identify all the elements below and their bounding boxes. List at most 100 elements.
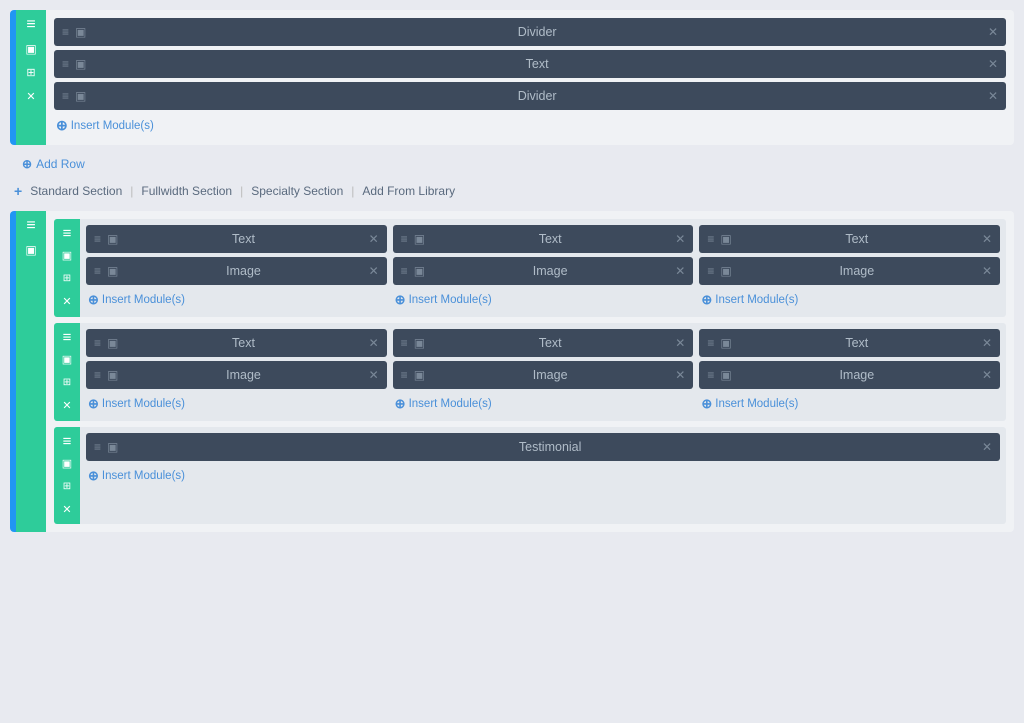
row2-close-icon[interactable] [58,397,76,415]
row2-col2-text: ≡ ▣ Text ✕ [393,329,694,357]
settings-icon[interactable]: ▣ [107,440,118,454]
hamburger-icon[interactable] [22,16,40,34]
settings-icon[interactable]: ▣ [107,368,118,382]
drag-icon[interactable]: ≡ [707,232,714,246]
monitor-icon[interactable]: ▣ [22,40,40,58]
drag-icon[interactable]: ≡ [94,368,101,382]
drag-icon[interactable]: ≡ [94,264,101,278]
row2-col3-image: ≡ ▣ Image ✕ [699,361,1000,389]
settings-icon[interactable]: ▣ [720,336,731,350]
drag-icon[interactable]: ≡ [401,232,408,246]
drag-icon[interactable]: ≡ [401,336,408,350]
module-drag-icon[interactable]: ≡ [62,89,69,103]
add-from-library-link[interactable]: Add From Library [362,184,455,198]
close-icon[interactable]: ✕ [982,336,992,350]
row3-grid-icon[interactable]: ⊞ [58,478,76,496]
monitor-icon2[interactable]: ▣ [22,241,40,259]
row1-col2-insert[interactable]: ⊕ Insert Module(s) [393,289,694,311]
settings-icon[interactable]: ▣ [720,232,731,246]
row1-col2-text-label: Text [431,232,669,246]
close-icon[interactable]: ✕ [982,232,992,246]
module-drag-icon[interactable]: ≡ [62,57,69,71]
module-close-icon[interactable]: ✕ [988,57,998,71]
row2-col1-insert[interactable]: ⊕ Insert Module(s) [86,393,387,415]
settings-icon[interactable]: ▣ [720,368,731,382]
row2-col1-text: ≡ ▣ Text ✕ [86,329,387,357]
settings-icon[interactable]: ▣ [107,336,118,350]
row1-col3-text-label: Text [738,232,976,246]
hamburger-icon2[interactable] [22,217,40,235]
close-icon[interactable]: ✕ [369,232,379,246]
insert-plus-icon: ⊕ [395,396,406,412]
settings-icon[interactable]: ▣ [414,368,425,382]
row1-col3-insert[interactable]: ⊕ Insert Module(s) [699,289,1000,311]
row3-ham-icon[interactable]: ≡ [58,432,76,450]
drag-icon[interactable]: ≡ [94,232,101,246]
fullwidth-section-link[interactable]: Fullwidth Section [141,184,232,198]
row2-teal-sidebar: ≡ ▣ ⊞ [54,323,80,421]
close-icon[interactable]: ✕ [982,264,992,278]
top-section-content: ≡ ▣ Divider ✕ ≡ ▣ Text ✕ ≡ ▣ Divider ✕ ⊕… [46,10,1014,145]
row1-col2-text: ≡ ▣ Text ✕ [393,225,694,253]
row2-monitor-icon[interactable]: ▣ [58,351,76,369]
row3-insert[interactable]: ⊕ Insert Module(s) [86,465,1000,487]
drag-icon[interactable]: ≡ [707,336,714,350]
drag-icon[interactable]: ≡ [707,368,714,382]
settings-icon[interactable]: ▣ [414,232,425,246]
drag-icon[interactable]: ≡ [94,440,101,454]
row2-grid-icon[interactable]: ⊞ [58,374,76,392]
settings-icon[interactable]: ▣ [414,336,425,350]
row1-grid-icon[interactable]: ⊞ [58,270,76,288]
row1-close-icon[interactable] [58,293,76,311]
drag-icon[interactable]: ≡ [94,336,101,350]
insert-label: Insert Module(s) [409,294,492,306]
module-settings-icon[interactable]: ▣ [75,25,86,39]
close-icon[interactable]: ✕ [369,336,379,350]
row2-ham-icon[interactable]: ≡ [58,328,76,346]
row1-col1-insert[interactable]: ⊕ Insert Module(s) [86,289,387,311]
row2-col3-text-label: Text [738,336,976,350]
specialty-section-link[interactable]: Specialty Section [251,184,343,198]
row1-monitor-icon[interactable]: ▣ [58,247,76,265]
settings-icon[interactable]: ▣ [414,264,425,278]
insert-plus-icon: ⊕ [395,292,406,308]
settings-icon[interactable]: ▣ [107,232,118,246]
row1-col2-image-label: Image [431,264,669,278]
row2-col2: ≡ ▣ Text ✕ ≡ ▣ Image ✕ ⊕ [393,329,694,415]
module-settings-icon[interactable]: ▣ [75,57,86,71]
close-icon[interactable]: ✕ [369,264,379,278]
module-text1-label: Text [92,57,982,71]
settings-icon[interactable]: ▣ [107,264,118,278]
row1-col2-image: ≡ ▣ Image ✕ [393,257,694,285]
drag-icon[interactable]: ≡ [707,264,714,278]
close-icon[interactable]: ✕ [675,232,685,246]
row2-col3-insert[interactable]: ⊕ Insert Module(s) [699,393,1000,415]
close-icon[interactable]: ✕ [675,336,685,350]
standard-section-link[interactable]: Standard Section [30,184,122,198]
close-icon[interactable]: ✕ [369,368,379,382]
module-settings-icon[interactable]: ▣ [75,89,86,103]
close-icon[interactable]: ✕ [675,264,685,278]
row1-col3-image: ≡ ▣ Image ✕ [699,257,1000,285]
row2-col2-insert[interactable]: ⊕ Insert Module(s) [393,393,694,415]
close-icon[interactable]: ✕ [982,368,992,382]
row3-monitor-icon[interactable]: ▣ [58,455,76,473]
module-close-icon[interactable]: ✕ [988,25,998,39]
row3-content: ≡ ▣ Testimonial ✕ ⊕ Insert Module(s) [80,427,1006,524]
close-icon[interactable]: ✕ [675,368,685,382]
row1-col1-text: ≡ ▣ Text ✕ [86,225,387,253]
row1-ham-icon[interactable]: ≡ [58,224,76,242]
close-icon[interactable]: ✕ [982,440,992,454]
insert-modules-top[interactable]: ⊕ Insert Module(s) [54,114,1006,137]
row3-close-icon[interactable] [58,501,76,519]
module-close-icon[interactable]: ✕ [988,89,998,103]
row2-col1-image: ≡ ▣ Image ✕ [86,361,387,389]
module-drag-icon[interactable]: ≡ [62,25,69,39]
drag-icon[interactable]: ≡ [401,368,408,382]
close-icon[interactable] [22,88,40,106]
add-row-btn[interactable]: ⊕ Add Row [10,153,1014,175]
add-row-plus-icon: ⊕ [22,157,32,171]
settings-icon[interactable]: ▣ [720,264,731,278]
drag-icon[interactable]: ≡ [401,264,408,278]
grid-icon[interactable]: ⊞ [22,64,40,82]
